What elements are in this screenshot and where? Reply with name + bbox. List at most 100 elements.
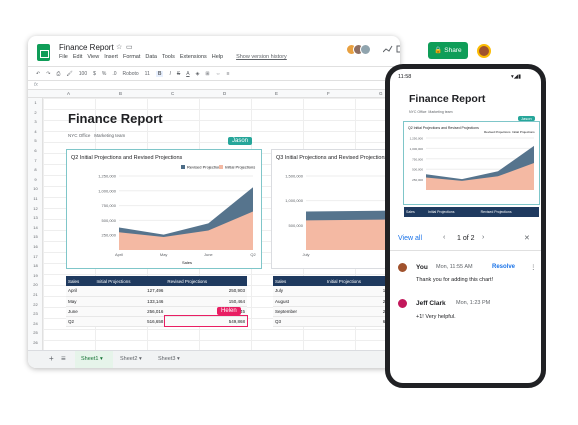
percent-icon[interactable]: %: [102, 71, 106, 77]
table-cell[interactable]: August: [273, 296, 325, 307]
avatar[interactable]: [360, 44, 371, 55]
star-icon[interactable]: ☆: [116, 43, 122, 51]
row-header-cell[interactable]: 17: [28, 254, 43, 259]
column-header-cell[interactable]: F: [327, 91, 330, 96]
table-cell[interactable]: Q3: [273, 316, 325, 327]
row-header-cell[interactable]: 19: [28, 273, 43, 278]
close-icon[interactable]: ✕: [524, 234, 530, 242]
row-header-cell[interactable]: 10: [28, 186, 43, 191]
row-header-cell[interactable]: 5: [28, 138, 43, 143]
row-header-cell[interactable]: 23: [28, 311, 43, 316]
menu-edit[interactable]: Edit: [73, 54, 82, 60]
row-header-cell[interactable]: 7: [28, 158, 43, 163]
add-sheet-icon[interactable]: +: [49, 354, 54, 363]
phone-chart[interactable]: Q2 Initial Projections and Revised Proje…: [403, 121, 540, 205]
resolve-button[interactable]: Resolve: [492, 264, 515, 270]
prev-comment-icon[interactable]: ‹: [443, 234, 445, 241]
redo-icon[interactable]: ↷: [46, 71, 50, 77]
folder-icon[interactable]: ▭: [126, 43, 133, 51]
menu-extensions[interactable]: Extensions: [180, 54, 207, 60]
column-header-cell[interactable]: E: [275, 91, 278, 96]
document-title[interactable]: Finance Report: [59, 43, 114, 52]
font-select[interactable]: Roboto: [123, 71, 139, 77]
borders-icon[interactable]: ⊞: [205, 71, 209, 77]
row-header-cell[interactable]: 2: [28, 110, 43, 115]
decimal-icon[interactable]: .0: [112, 71, 116, 77]
text-color-icon[interactable]: A: [186, 71, 189, 77]
row-header-cell[interactable]: 24: [28, 321, 43, 326]
strikethrough-icon[interactable]: S: [177, 71, 180, 77]
row-header-cell[interactable]: 18: [28, 263, 43, 268]
row-header-cell[interactable]: 13: [28, 215, 43, 220]
row-header-cell[interactable]: 3: [28, 119, 43, 124]
table-cell[interactable]: 127,496: [94, 286, 166, 297]
column-header-cell[interactable]: D: [223, 91, 226, 96]
tab-sheet2[interactable]: Sheet2 ▾: [120, 356, 142, 362]
font-size-select[interactable]: 11: [145, 71, 150, 77]
comment-icon[interactable]: [396, 45, 400, 55]
currency-icon[interactable]: $: [93, 71, 96, 77]
sheets-logo-icon[interactable]: [37, 44, 50, 61]
table-cell[interactable]: April: [66, 286, 95, 297]
fill-color-icon[interactable]: ◈: [196, 71, 200, 77]
version-history-link[interactable]: Show version history: [236, 54, 287, 60]
table-cell[interactable]: 256,016: [94, 306, 166, 317]
table-cell[interactable]: July: [273, 286, 325, 297]
print-icon[interactable]: ⎙: [56, 71, 60, 77]
menu-file[interactable]: File: [59, 54, 68, 60]
column-header-cell[interactable]: A: [67, 91, 70, 96]
row-header-cell[interactable]: 22: [28, 302, 43, 307]
table-cell[interactable]: September: [273, 306, 325, 317]
row-header-cell[interactable]: 8: [28, 167, 43, 172]
q3-chart[interactable]: Q3 Initial Projections and Revised Proje…: [271, 149, 400, 269]
menu-tools[interactable]: Tools: [162, 54, 175, 60]
paint-format-icon[interactable]: 🖌: [66, 71, 72, 77]
column-header-cell[interactable]: G: [379, 91, 383, 96]
table-cell[interactable]: 250,903: [165, 286, 247, 297]
row-header-cell[interactable]: 25: [28, 330, 43, 335]
merge-icon[interactable]: ⇔: [216, 71, 221, 77]
more-options-icon[interactable]: ⋮: [530, 263, 537, 271]
row-header-cell[interactable]: 11: [28, 196, 43, 201]
row-header-cell[interactable]: 15: [28, 234, 43, 239]
row-header-cell[interactable]: 1: [28, 100, 43, 105]
italic-icon[interactable]: I: [169, 71, 170, 77]
undo-icon[interactable]: ↶: [36, 71, 40, 77]
table-cell[interactable]: 133,146: [94, 296, 166, 307]
row-header-cell[interactable]: 6: [28, 148, 43, 153]
row-header-cell[interactable]: 20: [28, 282, 43, 287]
row-header-cell[interactable]: 14: [28, 225, 43, 230]
q2-chart[interactable]: Q2 Initial Projections and Revised Proje…: [66, 149, 262, 269]
menu-insert[interactable]: Insert: [104, 54, 118, 60]
table-cell[interactable]: 516,658: [94, 316, 166, 327]
all-sheets-icon[interactable]: ≡: [61, 354, 66, 363]
table-cell[interactable]: 549,868: [164, 315, 248, 327]
table-cell[interactable]: June: [66, 306, 95, 317]
next-comment-icon[interactable]: ›: [482, 234, 484, 241]
row-header-cell[interactable]: 4: [28, 129, 43, 134]
row-header-cell[interactable]: 12: [28, 206, 43, 211]
row-header-cell[interactable]: 21: [28, 292, 43, 297]
activity-icon[interactable]: [383, 45, 393, 55]
account-avatar[interactable]: [477, 44, 491, 58]
view-all-link[interactable]: View all: [398, 235, 422, 242]
menu-format[interactable]: Format: [123, 54, 140, 60]
table-cell[interactable]: May: [66, 296, 95, 307]
table-cell[interactable]: Q2: [66, 316, 95, 327]
column-header-cell[interactable]: B: [119, 91, 122, 96]
menu-view[interactable]: View: [87, 54, 99, 60]
table-cell[interactable]: 150,464: [165, 296, 247, 307]
row-header-cell[interactable]: 16: [28, 244, 43, 249]
formula-bar[interactable]: fx: [28, 80, 400, 90]
bold-icon[interactable]: B: [155, 70, 164, 77]
align-icon[interactable]: ≡: [227, 71, 230, 77]
zoom-select[interactable]: 100: [79, 71, 87, 77]
row-header-cell[interactable]: 9: [28, 177, 43, 182]
column-header-cell[interactable]: C: [171, 91, 174, 96]
tab-sheet1[interactable]: Sheet1 ▾: [75, 351, 113, 368]
menu-help[interactable]: Help: [212, 54, 223, 60]
share-button[interactable]: 🔒 Share: [428, 42, 468, 59]
tab-sheet3[interactable]: Sheet3 ▾: [158, 356, 180, 362]
menu-data[interactable]: Data: [145, 54, 157, 60]
row-header-cell[interactable]: 26: [28, 340, 43, 345]
